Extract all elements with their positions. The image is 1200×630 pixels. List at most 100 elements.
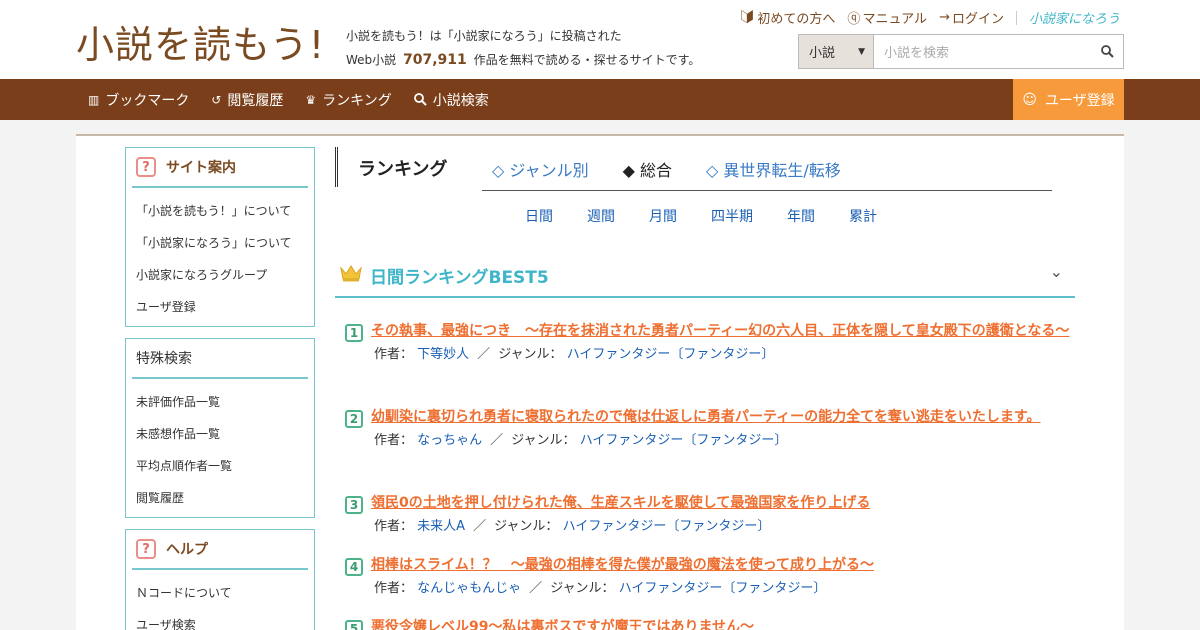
- tagline-line2: Web小説 707,911 作品を無料で読める・探せるサイトです。: [346, 48, 700, 72]
- genre-link[interactable]: ハイファンタジー〔ファンタジー〕: [580, 433, 788, 448]
- ranking-entry: 4 相棒はスライム！？ ～最強の相棒を得た僕が最強の魔法を使って成り上がる～ 作者…: [345, 553, 1075, 601]
- search-type-select[interactable]: 小説 ▼: [799, 35, 874, 68]
- entry-title-link[interactable]: 3 領民0の土地を押し付けられた俺、生産スキルを駆使して最強国家を作り上げる: [345, 491, 1075, 515]
- ranking-title: ランキング: [358, 159, 448, 180]
- nav-search[interactable]: 小説検索: [413, 90, 489, 110]
- rank-badge: 5: [345, 620, 363, 630]
- period-links: 日間 週間 月間 四半期 年間 累計: [525, 206, 911, 226]
- entry-title: 悪役令嬢レベル99～私は裏ボスですが魔王ではありません～: [371, 619, 755, 630]
- daily-best5-header[interactable]: 日間ランキングBEST5 ⌄: [335, 256, 1075, 298]
- sidebar-item-ncode[interactable]: Ｎコードについて: [126, 576, 314, 608]
- entry-title-link[interactable]: 2 幼馴染に裏切られ勇者に寝取られたので俺は仕返しに勇者パーティーの能力全てを奪い…: [345, 405, 1075, 429]
- search-bar: 小説 ▼ 小説を検索: [798, 34, 1124, 69]
- beginner-link[interactable]: 🔰︎ 初めての方へ: [739, 8, 836, 27]
- novel-count: 707,911: [403, 52, 467, 68]
- period-yearly[interactable]: 年間: [787, 206, 815, 226]
- author-link[interactable]: 未来人A: [417, 519, 465, 534]
- entry-title-link[interactable]: 5 悪役令嬢レベル99～私は裏ボスですが魔王ではありません～: [345, 615, 1075, 630]
- sidebar-item-group[interactable]: 小説家になろうグループ: [126, 258, 314, 290]
- sidebar-item-about-narou[interactable]: 「小説家になろう」について: [126, 226, 314, 258]
- ranking-entry: 5 悪役令嬢レベル99～私は裏ボスですが魔王ではありません～: [345, 615, 1075, 630]
- author-label: 作者：: [374, 347, 414, 362]
- author-label: 作者：: [374, 433, 414, 448]
- entry-title-link[interactable]: 1 その執事、最強につき ～存在を抹消された勇者パーティー幻の六人目、正体を隠して…: [345, 319, 1075, 343]
- genre-link[interactable]: ハイファンタジー〔ファンタジー〕: [567, 347, 775, 362]
- entry-title: 相棒はスライム！？ ～最強の相棒を得た僕が最強の魔法を使って成り上がる～: [371, 557, 875, 573]
- tab-overall[interactable]: ◆ 総合: [623, 157, 672, 181]
- tagline-suffix: 作品を無料で読める・探せるサイトです。: [473, 53, 701, 67]
- site-guide-title-label: サイト案内: [166, 160, 236, 176]
- genre-label: ジャンル：: [550, 581, 615, 596]
- crown-icon: [340, 265, 362, 282]
- nav-history-label: 閲覧履歴: [227, 92, 284, 109]
- genre-link[interactable]: ハイファンタジー〔ファンタジー〕: [619, 581, 827, 596]
- sidebar-item-avg-score-authors[interactable]: 平均点順作者一覧: [126, 449, 314, 481]
- entry-title: 領民0の土地を押し付けられた俺、生産スキルを駆使して最強国家を作り上げる: [371, 495, 871, 511]
- period-monthly[interactable]: 月間: [649, 206, 677, 226]
- register-button[interactable]: ☺ ユーザ登録: [1013, 79, 1124, 120]
- genre-link[interactable]: ハイファンタジー〔ファンタジー〕: [563, 519, 771, 534]
- ranking-entry: 3 領民0の土地を押し付けられた俺、生産スキルを駆使して最強国家を作り上げる 作者…: [345, 491, 1075, 539]
- sidebar-item-about-yomou[interactable]: 「小説を読もう！」について: [126, 194, 314, 226]
- meta-separator: ／: [477, 347, 491, 362]
- sidebar-item-no-review[interactable]: 未感想作品一覧: [126, 417, 314, 449]
- history-icon: ↺: [211, 92, 222, 107]
- search-icon: [1100, 45, 1114, 58]
- crown-icon: ♛: [305, 92, 317, 107]
- search-button[interactable]: [1091, 35, 1123, 68]
- period-weekly[interactable]: 週間: [587, 206, 615, 226]
- search-input[interactable]: 小説を検索: [874, 35, 1091, 68]
- entry-meta: 作者： なんじゃもんじゃ ／ ジャンル： ハイファンタジー〔ファンタジー〕: [374, 577, 1075, 601]
- manual-link[interactable]: ⓠ マニュアル: [847, 8, 927, 27]
- top-links: 🔰︎ 初めての方へ ⓠ マニュアル → ログイン 小説家になろう: [739, 8, 1120, 27]
- login-link-label: ログイン: [951, 12, 1004, 27]
- search-type-value: 小説: [809, 46, 836, 61]
- tagline-prefix: Web小説: [346, 53, 397, 67]
- tab-isekai[interactable]: ◇ 異世界転生/転移: [706, 157, 841, 181]
- author-link[interactable]: なっちゃん: [417, 433, 482, 448]
- site-tagline: 小説を読もう！は「小説家になろう」に投稿された Web小説 707,911 作品…: [346, 24, 700, 72]
- search-icon: [413, 93, 427, 106]
- entry-meta: 作者： 下等妙人 ／ ジャンル： ハイファンタジー〔ファンタジー〕: [374, 343, 1075, 367]
- divider: [1015, 10, 1017, 25]
- genre-label: ジャンル：: [511, 433, 576, 448]
- tab-divider: [482, 190, 1052, 191]
- site-guide-title: ? サイト案内: [132, 148, 308, 188]
- nav-history[interactable]: ↺ 閲覧履歴: [211, 90, 283, 110]
- author-link[interactable]: 下等妙人: [417, 347, 469, 362]
- special-search-title: 特殊検索: [132, 339, 308, 379]
- help-title: ? ヘルプ: [132, 530, 308, 570]
- period-daily[interactable]: 日間: [525, 206, 553, 226]
- entry-meta: 作者： 未来人A ／ ジャンル： ハイファンタジー〔ファンタジー〕: [374, 515, 1075, 539]
- period-total[interactable]: 累計: [849, 206, 877, 226]
- nav-ranking[interactable]: ♛ ランキング: [305, 90, 391, 110]
- nav-bookmark[interactable]: ▥ ブックマーク: [88, 90, 189, 110]
- chevron-down-icon[interactable]: ⌄: [1050, 262, 1063, 281]
- manual-link-label: マニュアル: [862, 12, 928, 27]
- sidebar-item-register[interactable]: ユーザ登録: [126, 290, 314, 322]
- login-link[interactable]: → ログイン: [939, 8, 1004, 27]
- help-box: ? ヘルプ Ｎコードについて ユーザ検索: [125, 529, 315, 630]
- rank-badge: 3: [345, 496, 363, 514]
- genre-label: ジャンル：: [494, 519, 559, 534]
- ranking-entry: 2 幼馴染に裏切られ勇者に寝取られたので俺は仕返しに勇者パーティーの能力全てを奪い…: [345, 405, 1075, 453]
- sidebar-item-unrated[interactable]: 未評価作品一覧: [126, 385, 314, 417]
- tagline-line1: 小説を読もう！は「小説家になろう」に投稿された: [346, 29, 622, 43]
- genre-label: ジャンル：: [498, 347, 563, 362]
- period-quarterly[interactable]: 四半期: [711, 206, 753, 226]
- entry-title: その執事、最強につき ～存在を抹消された勇者パーティー幻の六人目、正体を隠して皇…: [371, 323, 1070, 339]
- rank-badge: 1: [345, 324, 363, 342]
- author-link[interactable]: なんじゃもんじゃ: [417, 581, 521, 596]
- ranking-entry: 1 その執事、最強につき ～存在を抹消された勇者パーティー幻の六人目、正体を隠して…: [345, 319, 1075, 367]
- entry-title-link[interactable]: 4 相棒はスライム！？ ～最強の相棒を得た僕が最強の魔法を使って成り上がる～: [345, 553, 1075, 577]
- tab-genre[interactable]: ◇ ジャンル別: [492, 157, 589, 181]
- narou-logo[interactable]: 小説家になろう: [1029, 8, 1120, 27]
- sidebar-item-user-search[interactable]: ユーザ検索: [126, 608, 314, 630]
- meta-separator: ／: [473, 519, 487, 534]
- sidebar-item-history[interactable]: 閲覧履歴: [126, 481, 314, 513]
- site-logo[interactable]: 小説を読もう!: [76, 14, 325, 69]
- author-label: 作者：: [374, 581, 414, 596]
- question-icon: ?: [136, 157, 156, 177]
- help-title-label: ヘルプ: [166, 542, 208, 558]
- user-icon: ☺: [1022, 91, 1037, 108]
